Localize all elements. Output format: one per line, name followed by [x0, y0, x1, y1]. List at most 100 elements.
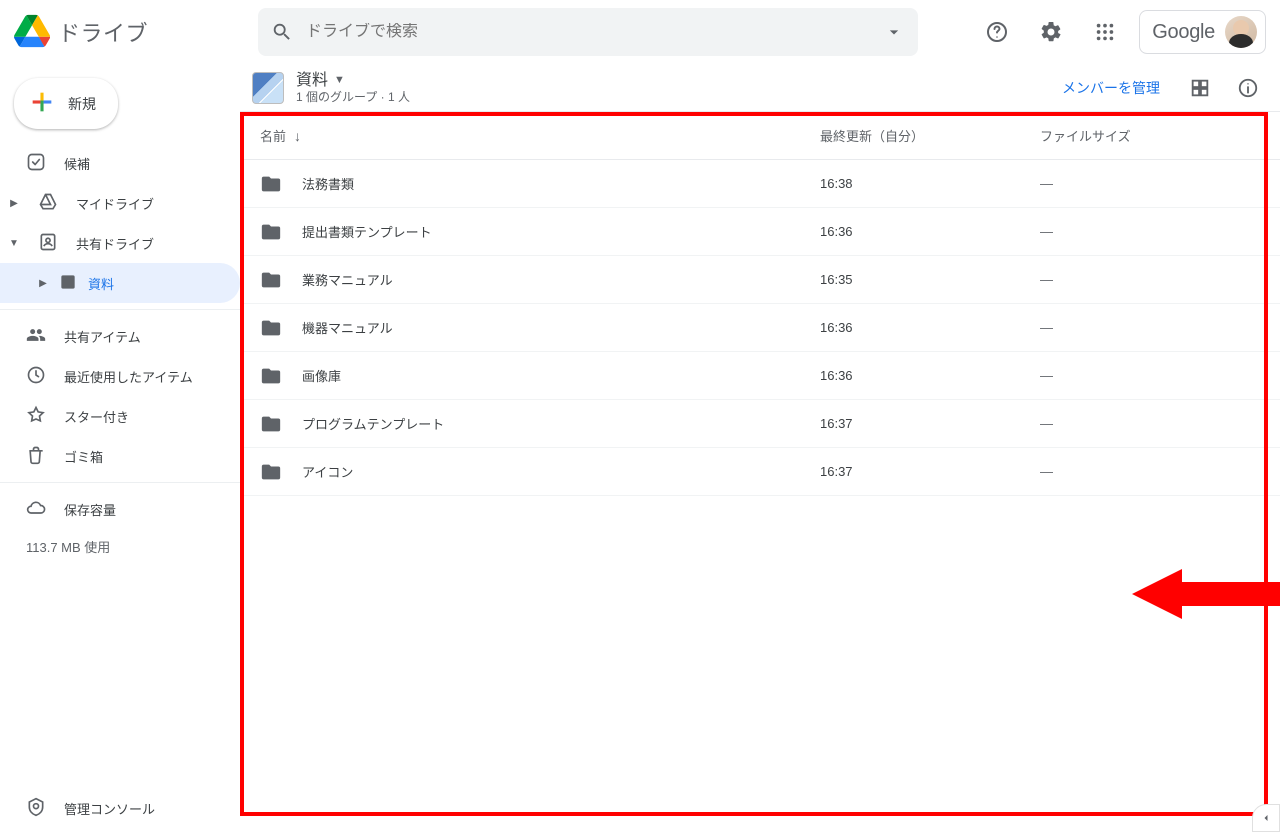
- row-modified: 16:37: [820, 464, 1040, 479]
- folder-icon: [260, 173, 282, 195]
- row-modified: 16:36: [820, 224, 1040, 239]
- cloud-icon: [26, 498, 46, 521]
- folder-icon: [260, 461, 282, 483]
- shared-drive-thumb-icon: [252, 72, 284, 104]
- sidebar: 新規 候補 ▶ マイドライブ ▼ 共有ドライブ ▶: [0, 64, 240, 832]
- folder-icon: [260, 413, 282, 435]
- sidebar-subitem-shiryou[interactable]: ▶ 資料: [0, 263, 240, 303]
- sidebar-item-label: 管理コンソール: [64, 799, 155, 818]
- account-brand: Google: [1152, 21, 1215, 44]
- header-actions: Google: [977, 10, 1266, 54]
- row-modified: 16:36: [820, 368, 1040, 383]
- my-drive-icon: [38, 192, 58, 215]
- table-row[interactable]: プログラムテンプレート16:37—: [240, 400, 1280, 448]
- sort-down-icon[interactable]: ↓: [294, 128, 301, 144]
- row-name: 提出書類テンプレート: [302, 222, 432, 241]
- folder-icon: [260, 317, 282, 339]
- avatar: [1225, 16, 1257, 48]
- sidebar-item-label: スター付き: [64, 407, 129, 426]
- row-size: —: [1040, 272, 1260, 287]
- app-header: ドライブ Google: [0, 0, 1280, 64]
- breadcrumb-subtitle: 1 個のグループ · 1 人: [296, 90, 410, 104]
- table-header: 名前 ↓ 最終更新（自分） ファイルサイズ: [240, 112, 1280, 160]
- table-row[interactable]: 法務書類 16:38—: [240, 160, 1280, 208]
- row-modified: 16:37: [820, 416, 1040, 431]
- sidebar-item-priority[interactable]: 候補: [0, 143, 240, 183]
- row-name: プログラムテンプレート: [302, 414, 444, 433]
- col-size[interactable]: ファイルサイズ: [1040, 126, 1260, 145]
- new-button[interactable]: 新規: [14, 78, 118, 129]
- table-row[interactable]: 業務マニュアル 16:35—: [240, 256, 1280, 304]
- folder-icon: [260, 365, 282, 387]
- row-name: 業務マニュアル: [302, 270, 393, 289]
- sidebar-item-label: 保存容量: [64, 500, 116, 519]
- grid-view-icon[interactable]: [1180, 68, 1220, 108]
- folder-icon: [260, 221, 282, 243]
- sidebar-item-admin[interactable]: 管理コンソール: [0, 784, 240, 832]
- shared-drive-small-icon: [58, 272, 78, 295]
- table-row[interactable]: アイコン16:37—: [240, 448, 1280, 496]
- search-bar[interactable]: [258, 8, 918, 56]
- sidebar-item-label: 共有ドライブ: [76, 234, 154, 253]
- col-name[interactable]: 名前: [260, 126, 286, 145]
- path-bar: 資料 ▼ 1 個のグループ · 1 人 メンバーを管理: [240, 64, 1280, 112]
- row-size: —: [1040, 320, 1260, 335]
- row-size: —: [1040, 176, 1260, 191]
- people-icon: [26, 325, 46, 348]
- storage-used: 113.7 MB 使用: [0, 537, 240, 556]
- separator: [0, 309, 240, 310]
- info-icon[interactable]: [1228, 68, 1268, 108]
- sidebar-item-my-drive[interactable]: ▶ マイドライブ: [0, 183, 240, 223]
- star-icon: [26, 405, 46, 428]
- check-badge-icon: [26, 152, 46, 175]
- folder-icon: [260, 269, 282, 291]
- sidebar-item-label: ゴミ箱: [64, 447, 103, 466]
- account-chip[interactable]: Google: [1139, 10, 1266, 54]
- chevron-right-icon: ▶: [38, 278, 48, 289]
- app-name: ドライブ: [58, 16, 148, 48]
- sidebar-item-label: 最近使用したアイテム: [64, 367, 193, 386]
- chevron-down-icon: ▼: [8, 238, 20, 249]
- col-modified[interactable]: 最終更新（自分）: [820, 126, 1040, 145]
- separator: [0, 482, 240, 483]
- manage-members-link[interactable]: メンバーを管理: [1062, 78, 1160, 98]
- sidebar-item-trash[interactable]: ゴミ箱: [0, 436, 240, 476]
- row-size: —: [1040, 368, 1260, 383]
- new-button-label: 新規: [68, 94, 96, 114]
- trash-icon: [26, 445, 46, 468]
- sidebar-item-label: 共有アイテム: [64, 327, 141, 346]
- side-panel-toggle[interactable]: [1252, 804, 1280, 832]
- row-modified: 16:36: [820, 320, 1040, 335]
- search-dropdown-icon[interactable]: [880, 18, 908, 46]
- apps-icon[interactable]: [1085, 12, 1125, 52]
- breadcrumb-title[interactable]: 資料: [296, 71, 328, 90]
- row-name: 機器マニュアル: [302, 318, 393, 337]
- sidebar-item-storage[interactable]: 保存容量: [0, 489, 240, 529]
- sidebar-item-recent[interactable]: 最近使用したアイテム: [0, 356, 240, 396]
- admin-icon: [26, 797, 46, 820]
- main-panel: 資料 ▼ 1 個のグループ · 1 人 メンバーを管理 名前 ↓ 最: [240, 64, 1280, 832]
- sidebar-item-starred[interactable]: スター付き: [0, 396, 240, 436]
- row-name: 法務書類: [302, 174, 354, 193]
- chevron-down-icon[interactable]: ▼: [334, 74, 345, 87]
- sidebar-subitem-label: 資料: [88, 274, 114, 293]
- plus-icon: [28, 88, 56, 119]
- search-input[interactable]: [306, 23, 870, 41]
- table-row[interactable]: 画像庫16:36—: [240, 352, 1280, 400]
- table-row[interactable]: 機器マニュアル 16:36—: [240, 304, 1280, 352]
- drive-logo[interactable]: ドライブ: [14, 13, 258, 52]
- search-icon[interactable]: [268, 18, 296, 46]
- annotation-arrow-icon: [1132, 564, 1280, 624]
- chevron-right-icon: ▶: [8, 198, 20, 209]
- drive-logo-icon: [14, 13, 50, 52]
- sidebar-item-shared-drives[interactable]: ▼ 共有ドライブ: [0, 223, 240, 263]
- row-name: アイコン: [302, 462, 353, 481]
- sidebar-item-label: マイドライブ: [76, 194, 154, 213]
- gear-icon[interactable]: [1031, 12, 1071, 52]
- sidebar-item-shared[interactable]: 共有アイテム: [0, 316, 240, 356]
- help-icon[interactable]: [977, 12, 1017, 52]
- row-modified: 16:35: [820, 272, 1040, 287]
- table-row[interactable]: 提出書類テンプレート16:36—: [240, 208, 1280, 256]
- shared-drive-icon: [38, 232, 58, 255]
- row-modified: 16:38: [820, 176, 1040, 191]
